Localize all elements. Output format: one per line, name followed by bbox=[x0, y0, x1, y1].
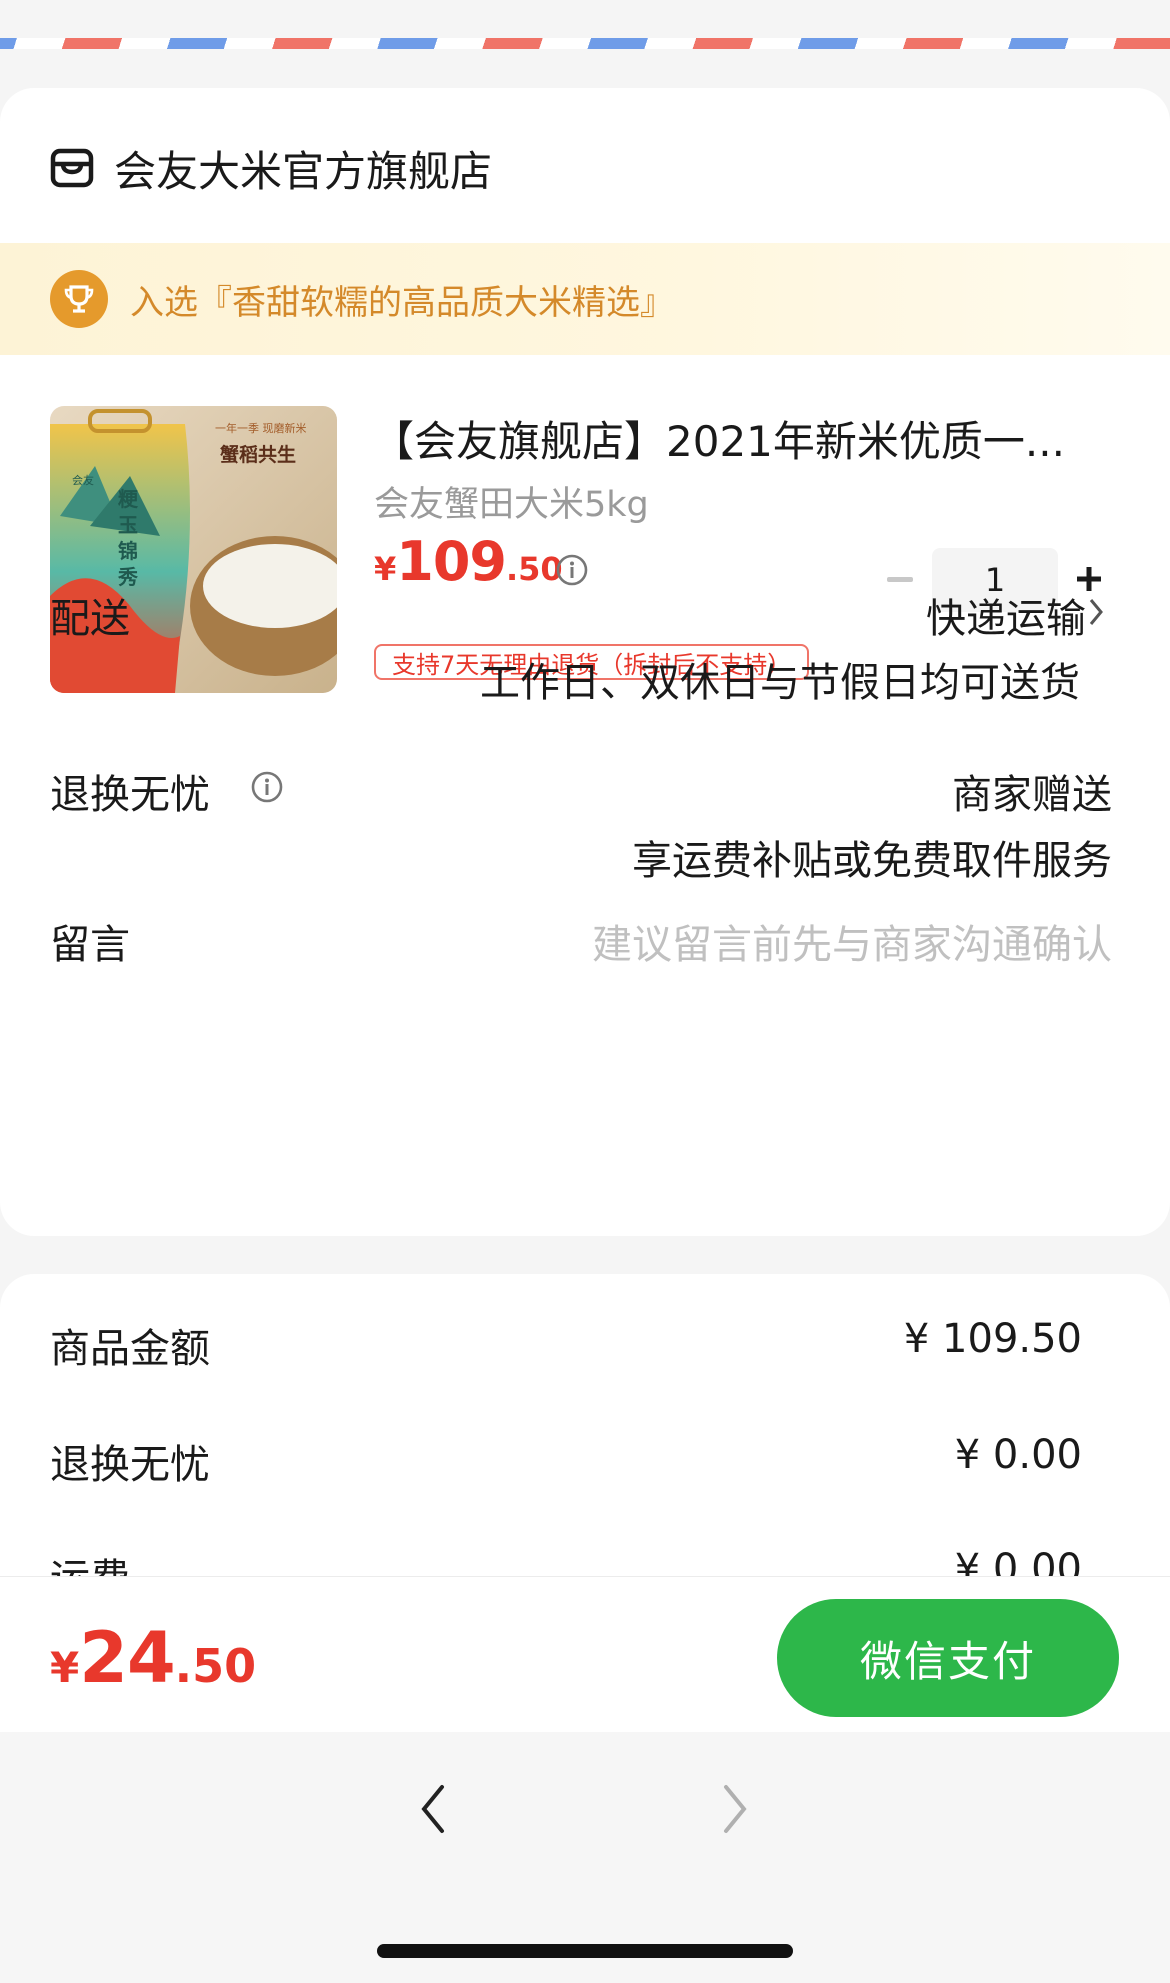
total-integer: 24 bbox=[79, 1617, 175, 1699]
order-card: 会友大米官方旗舰店 入选『香甜软糯的高品质大米精选』 一年一季 现磨新米 蟹稻共… bbox=[0, 88, 1170, 1236]
browser-nav-bar bbox=[0, 1732, 1170, 1983]
home-indicator[interactable] bbox=[377, 1944, 793, 1958]
product-image-vertical-name: 粳玉锦秀 bbox=[118, 487, 138, 589]
quantity-decrease-button[interactable] bbox=[887, 577, 913, 582]
trophy-icon bbox=[50, 270, 108, 328]
message-input[interactable]: 建议留言前先与商家沟通确认 bbox=[592, 912, 1112, 970]
product-image-tagline: 一年一季 现磨新米 bbox=[215, 422, 307, 435]
store-header[interactable]: 会友大米官方旗舰店 bbox=[50, 128, 492, 208]
total-price: ¥ 24 .50 bbox=[50, 1617, 256, 1699]
returns-label: 退换无忧 bbox=[50, 772, 210, 818]
summary-goods-value: ¥ 109.50 bbox=[903, 1316, 1082, 1362]
message-label: 留言 bbox=[50, 922, 130, 968]
summary-returns-label: 退换无忧 bbox=[50, 1442, 210, 1488]
returns-note: 享运费补贴或免费取件服务 bbox=[632, 838, 1112, 884]
store-icon bbox=[50, 148, 94, 188]
summary-returns-value: ¥ 0.00 bbox=[954, 1432, 1082, 1478]
product-image[interactable]: 一年一季 现磨新米 蟹稻共生 粳玉锦秀 会友 bbox=[50, 406, 337, 693]
wechat-pay-button[interactable]: 微信支付 bbox=[777, 1599, 1119, 1717]
product-image-brand: 蟹稻共生 bbox=[220, 444, 297, 466]
price-integer: 109 bbox=[396, 530, 507, 593]
price-info-icon[interactable] bbox=[555, 553, 589, 587]
forward-arrow-icon[interactable] bbox=[720, 1782, 750, 1836]
total-decimal: .50 bbox=[174, 1639, 257, 1693]
returns-value: 商家赠送 bbox=[952, 772, 1112, 818]
store-name: 会友大米官方旗舰店 bbox=[114, 146, 493, 196]
price-currency: ¥ bbox=[374, 550, 397, 588]
checkout-bar: ¥ 24 .50 微信支付 bbox=[0, 1576, 1170, 1732]
shipping-note: 工作日、双休日与节假日均可送货 bbox=[480, 660, 1080, 706]
chevron-right-icon[interactable] bbox=[1087, 596, 1105, 628]
product-title[interactable]: 【会友旗舰店】2021年新米优质一... bbox=[372, 408, 1112, 469]
total-currency: ¥ bbox=[50, 1643, 80, 1692]
product-image-logo: 会友 bbox=[72, 474, 94, 487]
product-spec: 会友蟹田大米5kg bbox=[374, 485, 649, 525]
back-arrow-icon[interactable] bbox=[418, 1782, 448, 1836]
banner-text: 入选『香甜软糯的高品质大米精选』 bbox=[130, 282, 674, 323]
returns-info-icon[interactable] bbox=[250, 770, 284, 804]
shipping-method[interactable]: 快递运输 bbox=[926, 586, 1086, 644]
shipping-label: 配送 bbox=[50, 596, 130, 642]
airmail-stripe bbox=[0, 38, 1170, 49]
summary-goods-label: 商品金额 bbox=[50, 1326, 210, 1372]
selection-banner[interactable]: 入选『香甜软糯的高品质大米精选』 bbox=[0, 243, 1170, 355]
product-price: ¥ 109 .50 bbox=[374, 530, 563, 593]
